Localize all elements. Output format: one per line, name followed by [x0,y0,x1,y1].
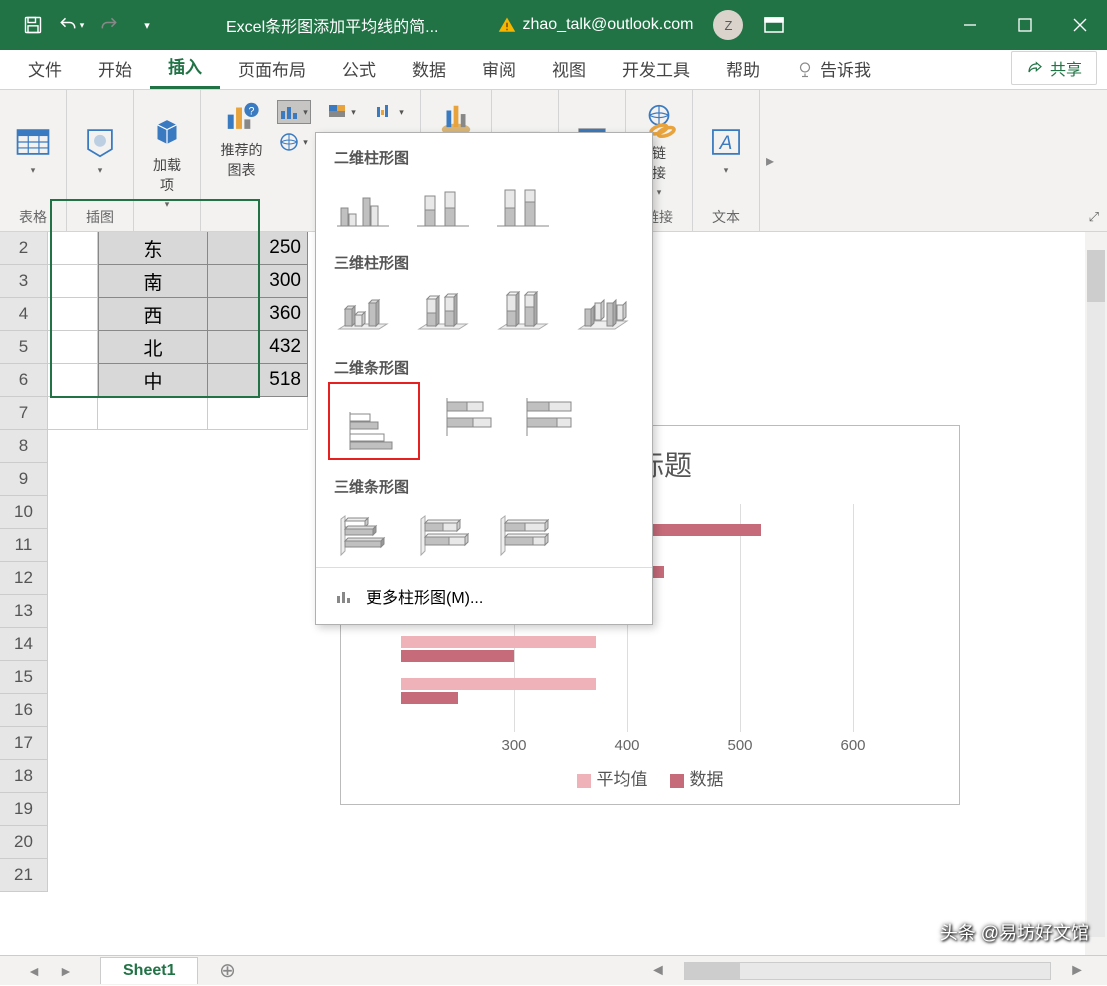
cell[interactable]: 432 [208,331,308,364]
column-chart-button[interactable]: ▾ [277,100,311,124]
cell[interactable]: 中 [98,364,208,397]
minimize-button[interactable] [942,0,997,50]
3d-stacked-bar-icon[interactable] [414,509,472,557]
3d-column-icon[interactable] [574,285,632,333]
save-icon[interactable] [14,6,52,44]
tables-button[interactable]: ▾ [8,121,58,178]
tab-view[interactable]: 视图 [534,48,604,89]
3d-clustered-column-icon[interactable] [334,285,392,333]
section-2d-column: 二维柱形图 [334,147,634,168]
cell[interactable]: 南 [98,265,208,298]
cell[interactable]: 360 [208,298,308,331]
stacked100-column-icon[interactable] [494,180,552,228]
section-2d-bar: 二维条形图 [334,357,634,378]
section-3d-bar: 三维条形图 [334,476,634,497]
collapse-ribbon-icon[interactable]: ⤢ [1089,209,1099,225]
avatar[interactable]: Z [713,10,743,40]
sheet-nav-prev[interactable]: ◄ [27,963,41,979]
tab-review[interactable]: 审阅 [464,48,534,89]
group-text-label: 文本 [712,203,740,227]
group-tables-label: 表格 [19,203,47,227]
3d-stacked-column-icon[interactable] [414,285,472,333]
clustered-bar-icon[interactable] [328,382,420,460]
redo-button[interactable] [90,6,128,44]
sheet-tab[interactable]: Sheet1 [100,957,198,984]
account-email[interactable]: zhao_talk@outlook.com [522,16,693,34]
group-illustrations-label: 插图 [86,203,114,227]
tab-formula[interactable]: 公式 [324,48,394,89]
cell[interactable]: 东 [98,232,208,265]
map-chart-button[interactable]: ▾ [277,130,311,154]
sheet-nav-next[interactable]: ► [59,963,73,979]
document-title: Excel条形图添加平均线的简... [226,13,438,37]
share-button[interactable]: 共享 [1011,51,1097,85]
tab-home[interactable]: 开始 [80,48,150,89]
3d-stacked100-column-icon[interactable] [494,285,552,333]
more-column-charts[interactable]: 更多柱形图(M)... [316,567,652,624]
recommended-charts-button[interactable]: ?推荐的 图表 [215,96,269,182]
svg-text:A: A [719,133,733,154]
ribbon-overflow[interactable]: ▸ [760,90,780,231]
watermark: 头条 @易坊好文馆 [940,919,1089,945]
section-3d-column: 三维柱形图 [334,252,634,273]
cell[interactable]: 250 [208,232,308,265]
undo-button[interactable]: ▾ [52,6,90,44]
warning-icon [498,16,516,34]
tab-data[interactable]: 数据 [394,48,464,89]
qat-customize[interactable]: ▾ [128,6,166,44]
maximize-button[interactable] [997,0,1052,50]
vertical-scrollbar[interactable] [1085,232,1107,955]
cell[interactable]: 518 [208,364,308,397]
stacked100-bar-icon[interactable] [522,390,580,438]
tell-me[interactable]: 告诉我 [778,48,889,89]
ribbon-tabs: 文件 开始 插入 页面布局 公式 数据 审阅 视图 开发工具 帮助 告诉我 共享 [0,50,1107,90]
svg-text:?: ? [248,106,254,118]
title-bar: ▾ ▾ Excel条形图添加平均线的简... zhao_talk@outlook… [0,0,1107,50]
tab-file[interactable]: 文件 [10,48,80,89]
cell[interactable]: 300 [208,265,308,298]
text-button[interactable]: A▾ [701,121,751,178]
3d-stacked100-bar-icon[interactable] [494,509,552,557]
cell[interactable]: 西 [98,298,208,331]
cell[interactable]: 北 [98,331,208,364]
add-sheet-button[interactable]: ⊕ [212,956,242,986]
3d-clustered-bar-icon[interactable] [334,509,392,557]
stacked-column-icon[interactable] [414,180,472,228]
tab-layout[interactable]: 页面布局 [220,48,324,89]
hierarchy-chart-button[interactable]: ▾ [325,100,359,124]
illustrations-button[interactable]: ▾ [75,121,125,178]
clustered-column-icon[interactable] [334,180,392,228]
row-headers[interactable]: 23456789101112131415161718192021 [0,232,48,892]
close-button[interactable] [1052,0,1107,50]
ribbon-display-button[interactable] [753,17,795,33]
chart-type-dropdown: 二维柱形图 三维柱形图 二维条形图 三维条形图 [315,132,653,625]
waterfall-chart-button[interactable]: ▾ [373,100,407,124]
chart-legend: 平均值 数据 [341,765,959,790]
addins-button[interactable]: 加载 项▾ [142,111,192,212]
horizontal-scrollbar[interactable]: ◄► [650,957,1085,985]
tab-dev[interactable]: 开发工具 [604,48,708,89]
stacked-bar-icon[interactable] [442,390,500,438]
tab-help[interactable]: 帮助 [708,48,778,89]
sheet-tab-bar: ◄► Sheet1 ⊕ ◄► [0,955,1107,985]
tab-insert[interactable]: 插入 [150,45,220,89]
